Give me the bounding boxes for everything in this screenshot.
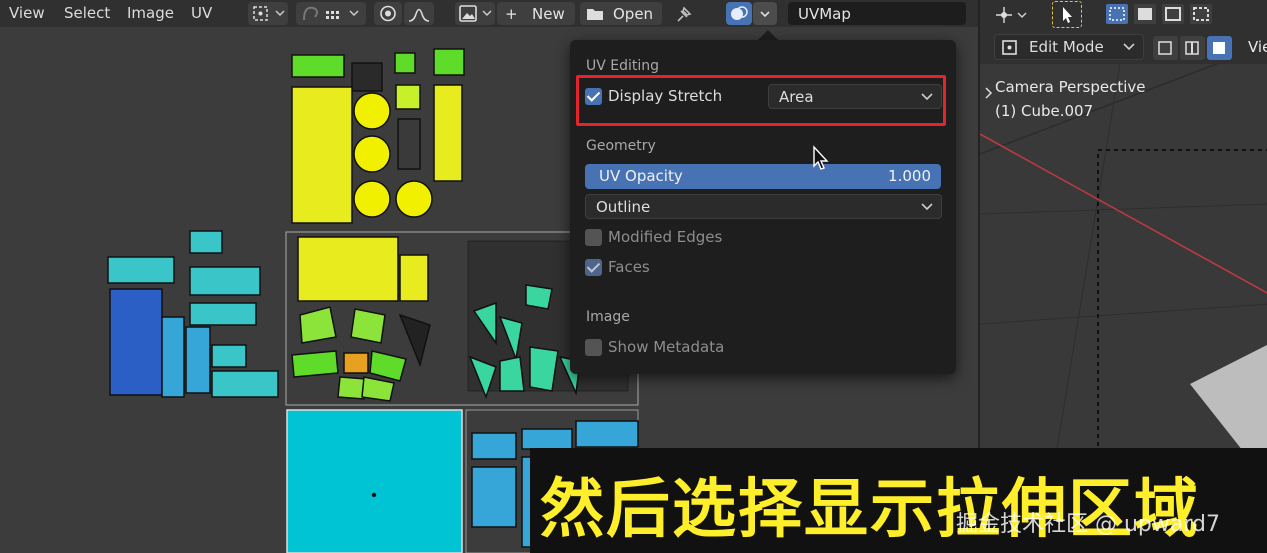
watermark-text: 掘金技术社区 @ upward7 (956, 512, 1220, 537)
chevron-down-icon (760, 11, 770, 18)
edit-mode-icon (1002, 40, 1017, 55)
viewport-header: Edit Mode Vie (980, 0, 1267, 64)
uv-opacity-label: UV Opacity (599, 167, 683, 185)
folder-icon (587, 9, 603, 20)
cursor-tool-icon (1063, 7, 1072, 23)
edit-mode-dropdown[interactable]: Edit Mode (994, 34, 1144, 60)
uv-opacity-slider[interactable]: UV Opacity 1.000 (585, 164, 941, 189)
pin-icon (677, 6, 692, 22)
selection-mode-icon (253, 6, 285, 21)
modified-edges-label: Modified Edges (608, 228, 723, 246)
uv-selection-mode-button[interactable] (248, 2, 288, 25)
image-section-title: Image (586, 309, 630, 325)
open-label: Open (613, 5, 654, 23)
edge-display-value: Outline (596, 198, 651, 216)
uv-opacity-value: 1.000 (888, 167, 931, 185)
uvmap-field[interactable]: UVMap (788, 2, 966, 25)
menu-select[interactable]: Select (64, 4, 110, 22)
chevron-down-icon (1123, 43, 1135, 51)
subtitle-bar: 然后选择显示拉伸区域 掘金技术社区 @ upward7 (530, 448, 1267, 553)
popover-arrow (758, 30, 778, 40)
image-browse-button[interactable] (455, 2, 495, 25)
menu-uv[interactable]: UV (191, 4, 212, 22)
image-icon (459, 5, 492, 22)
camera-perspective-label: Camera Perspective (995, 78, 1146, 96)
uv-island-blue-left (107, 230, 279, 398)
sticky-selection-button[interactable] (296, 2, 366, 25)
show-metadata-label: Show Metadata (608, 338, 725, 356)
select-tool-button[interactable] (1052, 1, 1082, 28)
annotation-highlight-box (576, 75, 946, 126)
chevron-right-icon[interactable] (984, 86, 994, 100)
overlays-icon (731, 6, 748, 20)
falloff-curve-icon (408, 8, 430, 22)
viewport-view-menu[interactable]: Vie (1248, 38, 1267, 56)
plus-icon: + (505, 5, 518, 23)
open-image-button[interactable]: Open (580, 2, 662, 25)
edge-display-dropdown[interactable]: Outline (585, 194, 942, 219)
faces-label: Faces (608, 258, 650, 276)
uv-editing-section-title: UV Editing (586, 58, 660, 74)
uv-editor-header: View Select Image UV + New Open UVMap (0, 0, 978, 27)
menu-view[interactable]: View (9, 4, 45, 22)
uv-island-yellow-top (291, 48, 465, 224)
sticky-selection-icon (303, 6, 359, 21)
overlays-dropdown-button[interactable] (753, 2, 777, 25)
geometry-section-title: Geometry (586, 138, 656, 154)
transform-pivot-icon[interactable] (994, 4, 1028, 26)
edit-mode-value: Edit Mode (1029, 38, 1104, 56)
new-image-button[interactable]: + New (497, 2, 575, 25)
mouse-cursor-icon (813, 145, 829, 170)
new-label: New (532, 5, 565, 23)
falloff-button[interactable] (404, 2, 434, 25)
select-mode-icons[interactable] (1104, 2, 1228, 26)
pin-button[interactable] (670, 2, 696, 25)
uv-island-cyan-large (286, 409, 463, 553)
show-metadata-checkbox[interactable] (585, 339, 602, 356)
uvmap-name: UVMap (798, 5, 851, 23)
menu-image[interactable]: Image (127, 4, 174, 22)
proportional-editing-icon (380, 5, 396, 22)
vertex-edge-face-icons[interactable] (1152, 35, 1234, 61)
faces-checkbox[interactable] (585, 259, 602, 276)
proportional-editing-button[interactable] (374, 2, 402, 25)
active-object-label: (1) Cube.007 (995, 102, 1094, 120)
chevron-down-icon (921, 203, 933, 211)
overlays-toggle-button[interactable] (726, 2, 752, 25)
modified-edges-checkbox[interactable] (585, 229, 602, 246)
